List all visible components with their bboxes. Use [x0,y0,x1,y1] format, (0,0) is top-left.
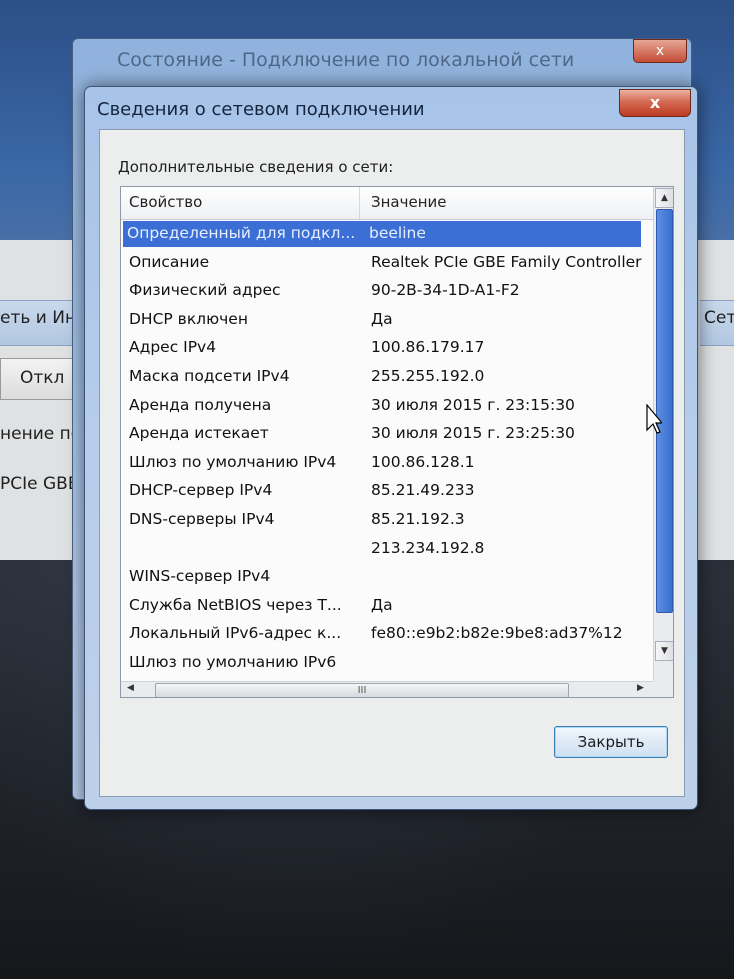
property-cell: Шлюз по умолчанию IPv6 [129,653,337,671]
dialog-close-button[interactable]: x [619,89,691,117]
dialog-client-area: Дополнительные сведения о сети: Свойство… [99,129,685,797]
property-cell: Определенный для подкл... [127,224,355,242]
property-cell: DNS-серверы IPv4 [129,510,275,528]
property-cell: Маска подсети IPv4 [129,367,290,385]
property-cell: Аренда истекает [129,424,269,443]
scroll-right-icon[interactable]: ▶ [637,683,644,693]
list-item[interactable]: Служба NetBIOS через Т... Да [125,593,653,619]
background-label-right: Сет [704,308,734,328]
value-cell: Да [371,309,393,328]
list-item[interactable]: Физический адрес 90-2B-34-1D-A1-F2 [125,278,653,304]
status-window-close-button[interactable]: x [633,39,687,63]
close-button[interactable]: Закрыть [554,726,668,758]
property-cell: DHCP включен [129,309,248,328]
network-details-dialog: Сведения о сетевом подключении x Дополни… [84,86,698,810]
value-cell: 100.86.179.17 [371,338,485,357]
value-cell: 30 июля 2015 г. 23:25:30 [371,424,575,443]
list-item[interactable]: DHCP-сервер IPv4 85.21.49.233 [125,478,653,504]
property-cell: WINS-сервер IPv4 [129,567,271,586]
property-cell: Аренда получена [129,395,272,414]
background-label-3: нение по [0,424,82,444]
column-header-property[interactable]: Свойство [129,193,202,211]
column-header-value[interactable]: Значение [371,193,447,211]
list-item[interactable]: Аренда истекает 30 июля 2015 г. 23:25:30 [125,421,653,447]
list-item[interactable]: WINS-сервер IPv4 [125,564,653,590]
value-cell: beeline [369,224,426,242]
horizontal-scrollbar[interactable]: ◀ III ▶ [121,681,653,697]
property-cell: Описание [129,252,210,271]
property-cell: Адрес IPv4 [129,338,217,357]
list-item-selected[interactable]: Определенный для подкл... beeline [123,221,641,247]
value-cell: 30 июля 2015 г. 23:15:30 [371,395,575,414]
scroll-up-button[interactable]: ▲ [655,188,673,208]
value-cell: Realtek PCIe GBE Family Controller [371,252,642,271]
value-cell: 85.21.192.3 [371,510,465,528]
list-item[interactable]: Описание Realtek PCIe GBE Family Controll… [125,250,653,276]
vertical-scrollbar[interactable]: ▲ ▼ [653,187,673,681]
list-item[interactable]: Локальный IPv6-адрес к... fe80::e9b2:b82e… [125,621,653,647]
list-item[interactable]: Аренда получена 30 июля 2015 г. 23:15:30 [125,393,653,419]
list-item[interactable]: Адрес IPv4 100.86.179.17 [125,335,653,361]
horizontal-scroll-thumb[interactable]: III [155,683,569,697]
list-item[interactable]: 213.234.192.8 [125,536,653,562]
property-cell: DHCP-сервер IPv4 [129,481,273,500]
status-window-title: Состояние - Подключение по локальной сет… [117,49,575,71]
list-item[interactable]: Маска подсети IPv4 255.255.192.0 [125,364,653,390]
list-item[interactable]: Шлюз по умолчанию IPv4 100.86.128.1 [125,450,653,476]
property-cell: Физический адрес [129,281,281,300]
value-cell: Да [371,595,393,614]
value-cell: 85.21.49.233 [371,481,475,500]
value-cell: 255.255.192.0 [371,367,485,385]
scrollbar-corner [653,681,673,697]
property-cell: Служба NetBIOS через Т... [129,595,342,614]
list-item[interactable]: Шлюз по умолчанию IPv6 [125,650,653,676]
list-rows: Определенный для подкл... beeline Описание… [121,221,653,681]
property-cell: Локальный IPv6-адрес к... [129,624,342,643]
details-group-label: Дополнительные сведения о сети: [118,158,394,176]
mouse-cursor-icon [646,404,662,434]
value-cell: fe80::e9b2:b82e:9be8:ad37%12 [371,624,623,643]
details-list[interactable]: Свойство Значение Определенный для подкл… [120,186,674,698]
scroll-down-button[interactable]: ▼ [655,641,673,661]
list-item[interactable]: DNS-серверы IPv4 85.21.192.3 [125,507,653,533]
list-header: Свойство Значение [121,187,653,220]
list-item[interactable]: DHCP включен Да [125,307,653,333]
scroll-left-icon[interactable]: ◀ [127,683,134,693]
value-cell: 90-2B-34-1D-A1-F2 [371,281,520,300]
dialog-title: Сведения о сетевом подключении [97,99,425,120]
property-cell: Шлюз по умолчанию IPv4 [129,452,337,471]
value-cell: 213.234.192.8 [371,538,485,557]
value-cell: 100.86.128.1 [371,452,475,471]
column-divider[interactable] [359,187,360,219]
background-label-2: Откл [20,368,65,388]
